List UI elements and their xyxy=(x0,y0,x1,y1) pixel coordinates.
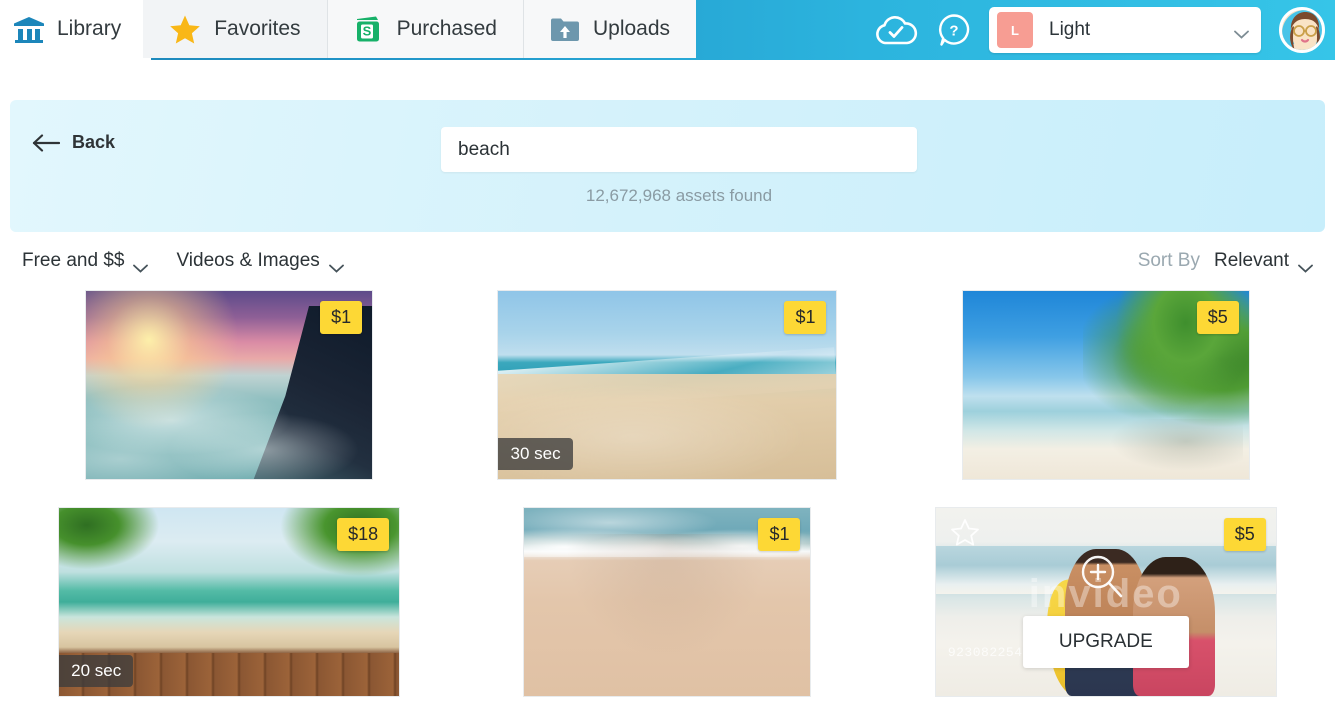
chevron-down-icon xyxy=(328,257,344,273)
result-card-5[interactable]: $1 xyxy=(523,507,812,697)
tab-purchased[interactable]: S Purchased xyxy=(327,0,524,58)
sort-by-value: Relevant xyxy=(1214,250,1289,271)
result-card-2[interactable]: $1 30 sec xyxy=(497,290,838,480)
project-selector[interactable]: L Light xyxy=(989,7,1261,53)
tab-uploads[interactable]: Uploads xyxy=(523,0,697,58)
sort-by-dropdown[interactable]: Relevant xyxy=(1214,250,1313,273)
result-cell: $1 xyxy=(10,290,448,485)
avatar[interactable] xyxy=(1279,7,1325,53)
price-badge: $1 xyxy=(320,301,363,334)
price-badge: $1 xyxy=(784,301,827,334)
back-button[interactable]: Back xyxy=(32,132,115,153)
results-count: 12,672,968 assets found xyxy=(585,186,773,205)
tab-uploads-label: Uploads xyxy=(592,17,671,40)
chevron-down-icon xyxy=(133,257,149,273)
svg-text:?: ? xyxy=(949,23,958,40)
tab-library[interactable]: Library xyxy=(0,0,144,58)
chevron-down-icon xyxy=(1234,26,1249,39)
back-label: Back xyxy=(72,132,116,152)
result-card-6[interactable]: invideo 923082254 $5 UPGRADE xyxy=(934,507,1277,697)
search-panel: Back 12,672,968 assets found xyxy=(10,100,1325,232)
tab-favorites[interactable]: Favorites xyxy=(143,0,328,58)
price-badge: $1 xyxy=(758,518,801,551)
cloud-check-icon[interactable] xyxy=(873,14,919,46)
results-grid: $1 $1 30 sec $5 $18 20 sec $1 invideo 92… xyxy=(0,290,1335,702)
price-badge: $18 xyxy=(337,518,390,551)
search-input[interactable] xyxy=(441,127,917,172)
result-card-4[interactable]: $18 20 sec xyxy=(58,507,401,697)
tab-purchased-label: Purchased xyxy=(396,17,497,40)
sort-by-label: Sort By xyxy=(1137,250,1200,271)
filter-bar: Free and $$ Videos & Images Sort By Rele… xyxy=(0,232,1335,290)
filter-price[interactable]: Free and $$ xyxy=(22,250,149,273)
result-cell: $5 xyxy=(887,290,1325,485)
result-cell: invideo 923082254 $5 UPGRADE xyxy=(887,507,1325,702)
help-question-icon[interactable]: ? xyxy=(937,13,971,47)
upgrade-button[interactable]: UPGRADE xyxy=(1022,616,1189,668)
price-badge: $5 xyxy=(1196,301,1239,334)
tab-favorites-label: Favorites xyxy=(214,17,301,40)
folder-upload-icon xyxy=(550,16,580,43)
price-badge: $5 xyxy=(1223,518,1266,551)
search-input-wrapper xyxy=(441,127,917,172)
tab-library-label: Library xyxy=(57,17,122,40)
svg-text:S: S xyxy=(362,24,371,39)
result-cell: $18 20 sec xyxy=(10,507,448,702)
result-card-1[interactable]: $1 xyxy=(85,290,374,480)
asset-id: 923082254 xyxy=(947,645,1023,660)
chevron-down-icon xyxy=(1298,257,1313,273)
filter-price-label: Free and $$ xyxy=(22,250,125,271)
filter-media-type-label: Videos & Images xyxy=(176,250,320,271)
wallet-dollar-icon: S xyxy=(354,14,384,44)
duration-badge: 20 sec xyxy=(59,655,134,687)
filter-media-type[interactable]: Videos & Images xyxy=(176,250,344,273)
project-badge: L xyxy=(997,12,1033,48)
arrow-left-icon xyxy=(32,133,61,152)
star-icon xyxy=(169,14,201,45)
main-tab-bar: Library Favorites S Purchased Uploads xyxy=(0,0,697,60)
project-name: Light xyxy=(1049,19,1091,40)
duration-badge: 30 sec xyxy=(498,438,573,470)
result-cell: $1 30 sec xyxy=(448,290,886,485)
result-card-3[interactable]: $5 xyxy=(961,290,1250,480)
bank-icon xyxy=(14,15,44,43)
header-actions: ? L Light xyxy=(873,0,1335,60)
app-header: Library Favorites S Purchased Uploads ? … xyxy=(0,0,1335,60)
star-outline-icon[interactable] xyxy=(950,518,980,547)
result-cell: $1 xyxy=(448,507,886,702)
sort-controls: Sort By Relevant xyxy=(1137,250,1313,273)
magnify-plus-icon[interactable] xyxy=(1074,550,1128,604)
